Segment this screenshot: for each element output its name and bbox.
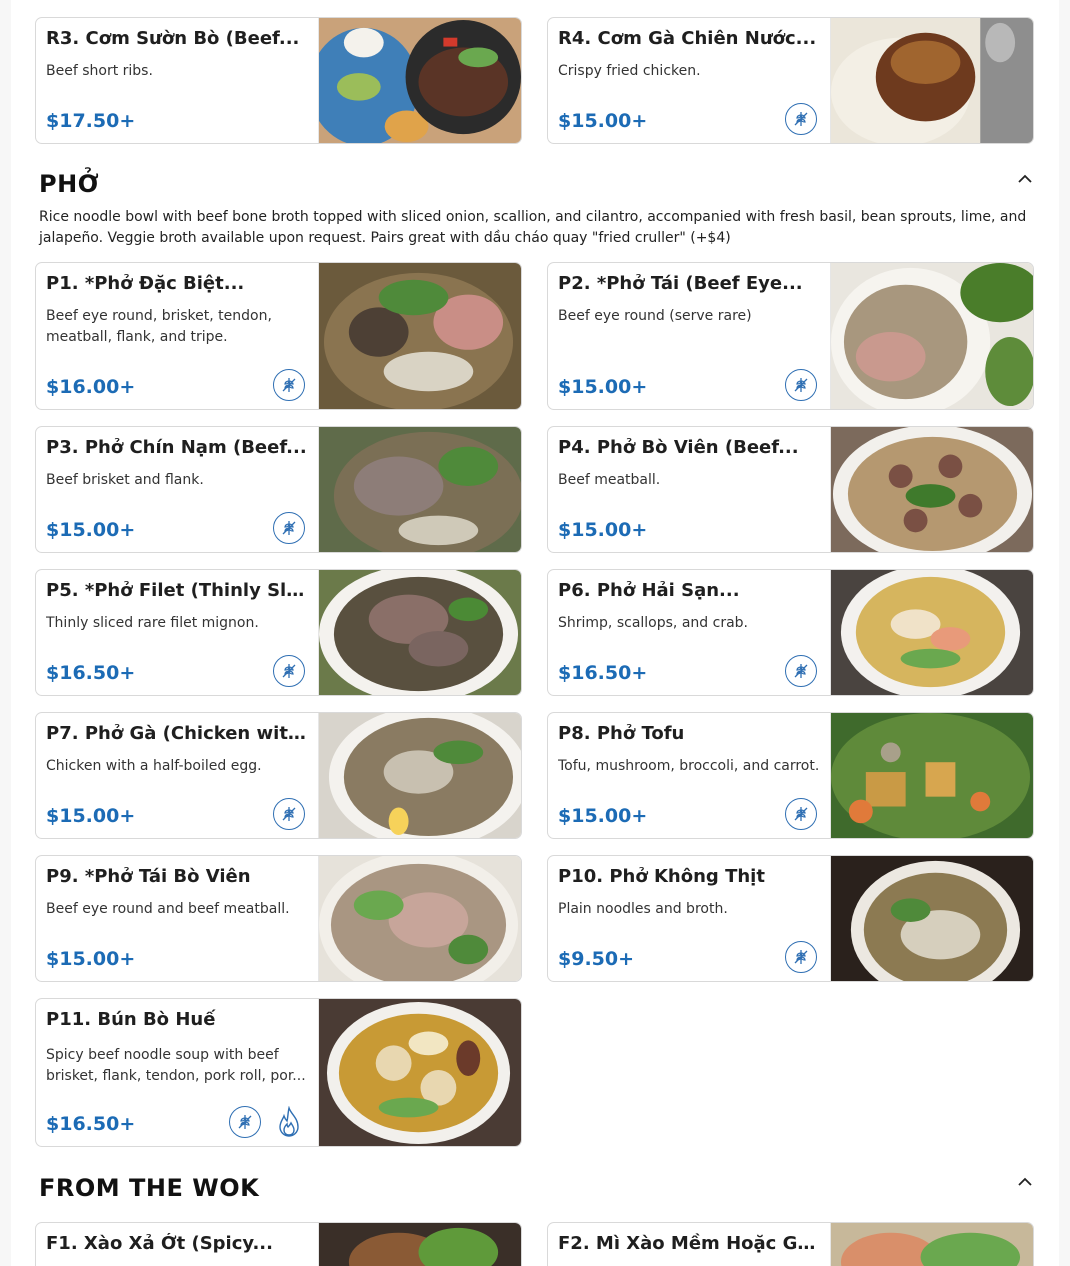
- item-description: Spicy beef noodle soup with beef brisket…: [46, 1047, 306, 1084]
- gluten-free-icon: [273, 655, 305, 687]
- item-price: $9.50+: [558, 948, 635, 970]
- menu-item-card[interactable]: P4. Phở Bò Viên (Beef... Beef meatball. …: [547, 426, 1034, 553]
- menu-item-card[interactable]: P7. Phở Gà (Chicken with... Chicken with…: [35, 712, 522, 839]
- menu-item-card[interactable]: P2. *Phở Tái (Beef Eye... Beef eye round…: [547, 262, 1034, 410]
- item-description: Beef eye round (serve rare): [558, 308, 752, 324]
- menu-item-card[interactable]: P10. Phở Không Thịt Plain noodles and br…: [547, 855, 1034, 982]
- item-description: Beef short ribs.: [46, 63, 153, 79]
- item-description: Thinly sliced rare filet mignon.: [46, 615, 259, 631]
- item-price: $17.50+: [46, 110, 136, 132]
- item-title: R4. Cơm Gà Chiên Nước...: [558, 28, 817, 49]
- item-title: P10. Phở Không Thịt: [558, 866, 765, 887]
- gluten-free-icon: [785, 103, 817, 135]
- menu-item-card[interactable]: P11. Bún Bò Huế Spicy beef noodle soup w…: [35, 998, 522, 1147]
- item-title: P5. *Phở Filet (Thinly Slic...: [46, 580, 309, 601]
- menu-item-card[interactable]: R4. Cơm Gà Chiên Nước... Crispy fried ch…: [547, 17, 1034, 144]
- item-photo: [318, 18, 521, 143]
- item-title: P9. *Phở Tái Bò Viên: [46, 866, 251, 887]
- item-price: $15.00+: [46, 948, 136, 970]
- gluten-free-icon: [273, 798, 305, 830]
- item-price: $15.00+: [558, 805, 648, 827]
- chevron-up-icon[interactable]: [1016, 169, 1034, 187]
- gluten-free-icon: [785, 941, 817, 973]
- item-description: Beef eye round and beef meatball.: [46, 901, 290, 917]
- item-title: P8. Phở Tofu: [558, 723, 685, 744]
- item-title: R3. Cơm Sườn Bò (Beef...: [46, 28, 300, 49]
- item-photo: [830, 856, 1033, 981]
- item-description: Crispy fried chicken.: [558, 63, 701, 79]
- item-photo: [318, 713, 521, 838]
- item-title: F1. Xào Xả Ớt (Spicy...: [46, 1233, 273, 1254]
- menu-item-card[interactable]: P1. *Phở Đặc Biệt... Beef eye round, bri…: [35, 262, 522, 410]
- item-title: P7. Phở Gà (Chicken with...: [46, 723, 309, 744]
- menu-item-card[interactable]: P5. *Phở Filet (Thinly Slic... Thinly sl…: [35, 569, 522, 696]
- item-title: F2. Mì Xào Mềm Hoặc Giò...: [558, 1233, 821, 1254]
- gluten-free-icon: [273, 369, 305, 401]
- gluten-free-icon: [273, 512, 305, 544]
- item-photo: [318, 856, 521, 981]
- item-title: P1. *Phở Đặc Biệt...: [46, 273, 245, 294]
- item-photo: [830, 263, 1033, 409]
- menu-item-card[interactable]: P8. Phở Tofu Tofu, mushroom, broccoli, a…: [547, 712, 1034, 839]
- chevron-up-icon[interactable]: [1016, 1172, 1034, 1190]
- item-description: Beef eye round, brisket, tendon, meatbal…: [46, 308, 272, 345]
- menu-item-card[interactable]: R3. Cơm Sườn Bò (Beef... Beef short ribs…: [35, 17, 522, 144]
- item-price: $15.00+: [46, 805, 136, 827]
- gluten-free-icon: [785, 655, 817, 687]
- menu-page: R3. Cơm Sườn Bò (Beef... Beef short ribs…: [11, 0, 1059, 1266]
- item-photo: [318, 1223, 521, 1266]
- item-photo: [318, 263, 521, 409]
- item-photo: [318, 999, 521, 1146]
- section-title-wok: FROM THE WOK: [39, 1174, 260, 1202]
- item-description: Tofu, mushroom, broccoli, and carrot.: [558, 758, 820, 774]
- item-title: P11. Bún Bò Huế: [46, 1009, 216, 1030]
- item-photo: [830, 1223, 1033, 1266]
- item-title: P2. *Phở Tái (Beef Eye...: [558, 273, 803, 294]
- gluten-free-icon: [785, 369, 817, 401]
- item-price: $16.50+: [558, 662, 648, 684]
- item-photo: [830, 427, 1033, 552]
- item-photo: [318, 570, 521, 695]
- menu-item-card[interactable]: P9. *Phở Tái Bò Viên Beef eye round and …: [35, 855, 522, 982]
- gluten-free-icon: [785, 798, 817, 830]
- spicy-icon: [273, 1106, 305, 1138]
- item-title: P4. Phở Bò Viên (Beef...: [558, 437, 799, 458]
- item-photo: [830, 18, 1033, 143]
- item-price: $16.50+: [46, 662, 136, 684]
- item-price: $16.00+: [46, 376, 136, 398]
- section-description-pho: Rice noodle bowl with beef bone broth to…: [39, 209, 1027, 246]
- item-description: Shrimp, scallops, and crab.: [558, 615, 748, 631]
- item-description: Plain noodles and broth.: [558, 901, 728, 917]
- item-photo: [318, 427, 521, 552]
- item-description: Beef brisket and flank.: [46, 472, 204, 488]
- item-description: Beef meatball.: [558, 472, 661, 488]
- item-price: $15.00+: [558, 376, 648, 398]
- item-price: $15.00+: [558, 110, 648, 132]
- item-title: P3. Phở Chín Nạm (Beef...: [46, 437, 307, 458]
- menu-item-card[interactable]: F2. Mì Xào Mềm Hoặc Giò...: [547, 1222, 1034, 1266]
- item-description: Chicken with a half-boiled egg.: [46, 758, 262, 774]
- item-price: $15.00+: [558, 519, 648, 541]
- menu-item-card[interactable]: F1. Xào Xả Ớt (Spicy...: [35, 1222, 522, 1266]
- item-photo: [830, 570, 1033, 695]
- menu-item-card[interactable]: P6. Phở Hải Sạn... Shrimp, scallops, and…: [547, 569, 1034, 696]
- item-price: $16.50+: [46, 1113, 136, 1135]
- menu-item-card[interactable]: P3. Phở Chín Nạm (Beef... Beef brisket a…: [35, 426, 522, 553]
- section-title-pho: PHỞ: [39, 170, 100, 198]
- gluten-free-icon: [229, 1106, 261, 1138]
- item-photo: [830, 713, 1033, 838]
- item-price: $15.00+: [46, 519, 136, 541]
- item-title: P6. Phở Hải Sạn...: [558, 580, 740, 601]
